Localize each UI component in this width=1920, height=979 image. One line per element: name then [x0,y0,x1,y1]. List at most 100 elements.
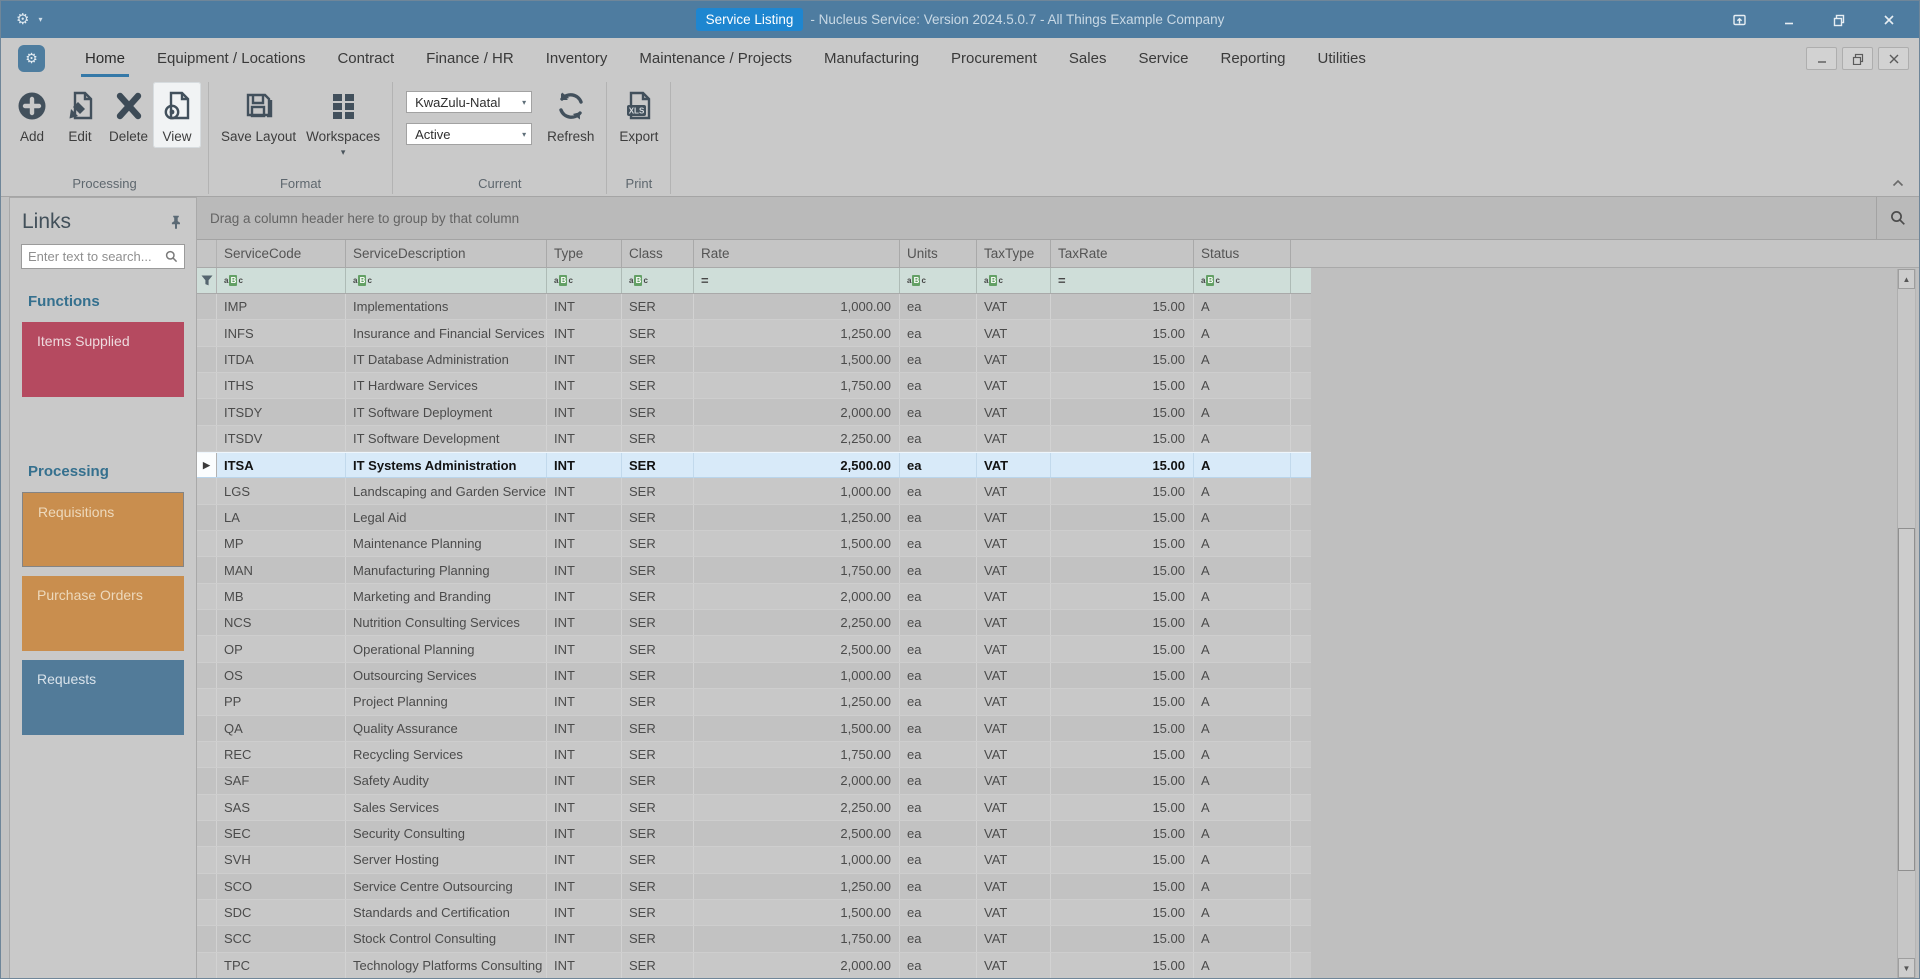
tab-finance-hr[interactable]: Finance / HR [410,38,530,79]
grid-row-ITSA[interactable]: ▶ ITSA IT Systems Administration INT SER 2,50… [197,452,1311,479]
cell-ITSDY-status[interactable]: A [1194,399,1291,425]
cell-SCC-type[interactable]: INT [547,926,622,952]
tab-manufacturing[interactable]: Manufacturing [808,38,935,79]
cell-ITDA-type[interactable]: INT [547,346,622,373]
cell-REC-taxtype[interactable]: VAT [977,741,1051,768]
edit-button[interactable]: Edit [56,82,104,148]
cell-INFS-description[interactable]: Insurance and Financial Services [346,320,547,346]
cell-SCC-class[interactable]: SER [622,926,694,952]
cell-ITSA-taxtype[interactable]: VAT [977,453,1051,478]
grid-row-MP[interactable]: MP Maintenance Planning INT SER 1,500.00 ea VA… [197,531,1311,558]
grid-row-NCS[interactable]: NCS Nutrition Consulting Services INT SER 2,… [197,610,1311,637]
cell-REC-rate[interactable]: 1,750.00 [694,741,900,768]
cell-ITSDV-description[interactable]: IT Software Development [346,425,547,452]
cell-PP-status[interactable]: A [1194,689,1291,715]
cell-IMP-taxrate[interactable]: 15.00 [1051,294,1194,320]
cell-LA-rate[interactable]: 1,250.00 [694,504,900,531]
cell-MB-units[interactable]: ea [900,583,977,610]
document-close-button[interactable] [1878,47,1909,70]
cell-SCO-description[interactable]: Service Centre Outsourcing [346,873,547,899]
tab-maintenance-projects[interactable]: Maintenance / Projects [623,38,808,79]
cell-NCS-code[interactable]: NCS [217,610,346,636]
cell-REC-units[interactable]: ea [900,741,977,768]
cell-ITSA-rate[interactable]: 2,500.00 [694,453,900,478]
refresh-button[interactable]: Refresh [542,82,599,148]
cell-LA-status[interactable]: A [1194,504,1291,531]
grid-row-LA[interactable]: LA Legal Aid INT SER 1,250.00 ea VAT 15.00 A [197,504,1311,532]
cell-TPC-description[interactable]: Technology Platforms Consulting [346,952,547,978]
tab-contract[interactable]: Contract [321,38,410,79]
cell-SAS-taxrate[interactable]: 15.00 [1051,794,1194,820]
chevron-down-icon[interactable]: ▾ [38,15,42,24]
minimize-button[interactable] [1781,12,1797,28]
cell-SDC-taxtype[interactable]: VAT [977,899,1051,926]
cell-INFS-status[interactable]: A [1194,320,1291,346]
cell-SEC-taxtype[interactable]: VAT [977,820,1051,847]
cell-SDC-rate[interactable]: 1,500.00 [694,899,900,926]
grid-row-IMP[interactable]: IMP Implementations INT SER 1,000.00 ea VAT 15.… [197,294,1311,321]
cell-ITSDY-rate[interactable]: 2,000.00 [694,399,900,425]
grid-search-button[interactable] [1876,197,1919,239]
filter-cell-taxrate[interactable]: = [1051,268,1194,293]
cell-OS-class[interactable]: SER [622,662,694,689]
cell-ITSA-code[interactable]: ITSA [217,453,346,478]
cell-SAS-rate[interactable]: 2,250.00 [694,794,900,820]
cell-LGS-class[interactable]: SER [622,478,694,504]
add-button[interactable]: Add [8,82,56,148]
link-requests[interactable]: Requests [22,660,184,735]
grid-row-TPC[interactable]: TPC Technology Platforms Consulting INT SER… [197,952,1311,978]
grid-row-MAN[interactable]: MAN Manufacturing Planning INT SER 1,750.00 e… [197,557,1311,584]
cell-QA-class[interactable]: SER [622,715,694,741]
application-menu-button[interactable]: ⚙ [18,45,45,72]
cell-ITSA-taxrate[interactable]: 15.00 [1051,453,1194,478]
filter-cell-code[interactable]: aBc [217,268,346,293]
cell-ITSA-status[interactable]: A [1194,453,1291,478]
cell-ITHS-class[interactable]: SER [622,373,694,399]
cell-PP-taxrate[interactable]: 15.00 [1051,689,1194,715]
cell-SAS-code[interactable]: SAS [217,794,346,820]
cell-LGS-taxrate[interactable]: 15.00 [1051,478,1194,504]
cell-MP-units[interactable]: ea [900,531,977,557]
cell-MB-description[interactable]: Marketing and Branding [346,583,547,610]
cell-OS-rate[interactable]: 1,000.00 [694,662,900,689]
cell-ITSDV-taxtype[interactable]: VAT [977,425,1051,452]
cell-MB-type[interactable]: INT [547,583,622,610]
cell-SEC-units[interactable]: ea [900,820,977,847]
cell-SVH-status[interactable]: A [1194,847,1291,873]
cell-IMP-rate[interactable]: 1,000.00 [694,294,900,320]
tab-inventory[interactable]: Inventory [530,38,624,79]
popup-window-button[interactable] [1731,12,1747,28]
pin-icon[interactable] [170,215,182,229]
cell-ITDA-taxrate[interactable]: 15.00 [1051,346,1194,373]
cell-IMP-class[interactable]: SER [622,294,694,320]
cell-LGS-code[interactable]: LGS [217,478,346,504]
cell-ITSA-units[interactable]: ea [900,453,977,478]
grid-row-PP[interactable]: PP Project Planning INT SER 1,250.00 ea VAT 15.… [197,689,1311,716]
grid-row-MB[interactable]: MB Marketing and Branding INT SER 2,000.00 ea… [197,583,1311,611]
cell-PP-description[interactable]: Project Planning [346,689,547,715]
cell-SDC-status[interactable]: A [1194,899,1291,926]
cell-ITSDY-units[interactable]: ea [900,399,977,425]
grid-row-SCO[interactable]: SCO Service Centre Outsourcing INT SER 1,250… [197,873,1311,900]
cell-SCC-code[interactable]: SCC [217,926,346,952]
cell-OS-taxtype[interactable]: VAT [977,662,1051,689]
cell-INFS-code[interactable]: INFS [217,320,346,346]
cell-LGS-taxtype[interactable]: VAT [977,478,1051,504]
cell-MP-taxrate[interactable]: 15.00 [1051,531,1194,557]
cell-SEC-description[interactable]: Security Consulting [346,820,547,847]
cell-NCS-units[interactable]: ea [900,610,977,636]
cell-SAS-status[interactable]: A [1194,794,1291,820]
cell-SVH-type[interactable]: INT [547,847,622,873]
cell-MP-description[interactable]: Maintenance Planning [346,531,547,557]
column-header-description[interactable]: ServiceDescription [346,240,547,267]
column-header-status[interactable]: Status [1194,240,1291,267]
cell-SCC-taxtype[interactable]: VAT [977,926,1051,952]
cell-REC-class[interactable]: SER [622,741,694,768]
column-header-code[interactable]: ServiceCode [217,240,346,267]
region-dropdown[interactable]: KwaZulu-Natal ▾ [406,91,533,113]
cell-NCS-rate[interactable]: 2,250.00 [694,610,900,636]
cell-ITDA-class[interactable]: SER [622,346,694,373]
column-header-class[interactable]: Class [622,240,694,267]
close-button[interactable] [1881,12,1897,28]
cell-INFS-rate[interactable]: 1,250.00 [694,320,900,346]
